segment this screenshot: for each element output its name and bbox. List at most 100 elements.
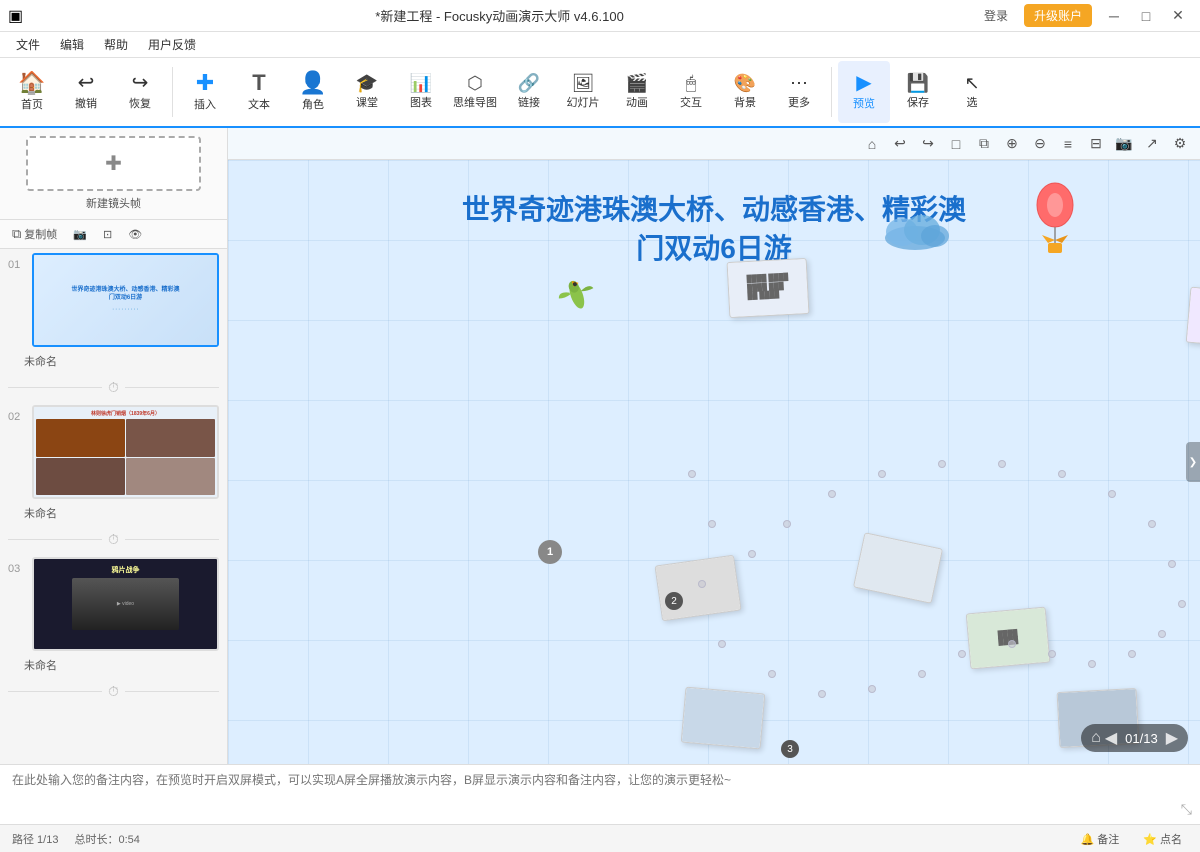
balloon-decoration [1030, 180, 1080, 272]
slide-num-2: 02 [8, 411, 26, 423]
toolbar-mindmap[interactable]: ⬡ 思维导图 [449, 61, 501, 123]
toolbar-text[interactable]: T 文本 [233, 61, 285, 123]
canvas-copy-button[interactable]: □ [944, 132, 968, 156]
canvas-zoomout-button[interactable]: ⊖ [1028, 132, 1052, 156]
toolbar-preview[interactable]: ▶ 预览 [838, 61, 890, 123]
canvas-export-button[interactable]: ↗ [1140, 132, 1164, 156]
canvas-undo-button[interactable]: ↩ [888, 132, 912, 156]
canvas-area[interactable]: ⌂ ↩ ↪ □ ⧉ ⊕ ⊖ ≡ ⊟ 📷 ↗ ⚙ 世界奇迹港珠澳大桥、动感香港、精… [228, 128, 1200, 764]
app-title: *新建工程 - Focusky动画演示大师 v4.6.100 [23, 6, 976, 25]
path-dot-21 [938, 460, 946, 468]
canvas-card-5[interactable] [853, 532, 943, 603]
canvas-duplicate-button[interactable]: ⧉ [972, 132, 996, 156]
nav-prev-button[interactable]: ◀ [1105, 728, 1117, 748]
toolbar-link-label: 链接 [518, 94, 540, 110]
slide-num-3: 03 [8, 563, 26, 575]
toolbar-slide[interactable]: 🖼 幻灯片 [557, 61, 609, 123]
canvas-zoomin-button[interactable]: ⊕ [1000, 132, 1024, 156]
points-button[interactable]: ⭐ 点名 [1137, 830, 1188, 848]
maximize-button[interactable]: □ [1132, 6, 1160, 26]
menu-file[interactable]: 文件 [8, 34, 48, 55]
toolbar-interact-label: 交互 [680, 94, 702, 110]
notes-expand-button[interactable]: ⤡ [1181, 801, 1192, 818]
toolbar-undo[interactable]: ↩ 撤销 [60, 61, 112, 123]
menu-edit[interactable]: 编辑 [52, 34, 92, 55]
camera-icon: 📷 [73, 228, 87, 241]
canvas-group-button[interactable]: ⊟ [1084, 132, 1108, 156]
main-layout: ✚ 新建镜头帧 ⧉ 复制帧 📷 ⊡ 👁 01 [0, 128, 1200, 764]
slide-2-img1 [36, 419, 125, 457]
toolbar-class[interactable]: 🎓 课堂 [341, 61, 393, 123]
canvas-align-button[interactable]: ≡ [1056, 132, 1080, 156]
menu-feedback[interactable]: 用户反馈 [140, 34, 204, 55]
copy-frame-button[interactable]: ⧉ 复制帧 [8, 224, 61, 244]
toolbar-redo[interactable]: ↪ 恢复 [114, 61, 166, 123]
eye-frame-button[interactable]: 👁 [124, 226, 146, 243]
path-dot-23 [828, 490, 836, 498]
toolbar-interact[interactable]: 🖱 交互 [665, 61, 717, 123]
sep-line-3 [8, 539, 102, 540]
upgrade-button[interactable]: 升级账户 [1024, 4, 1092, 27]
path-dot-15 [1178, 600, 1186, 608]
toolbar-anim[interactable]: 🎬 动画 [611, 61, 663, 123]
slide-thumb-3[interactable]: 鸦片战争 ▶ video [32, 557, 219, 651]
slide-thumb-2[interactable]: 林则徐虎门销烟（1839年6月） [32, 405, 219, 499]
fit-frame-button[interactable]: ⊡ [99, 226, 116, 243]
toolbar-select-label: 选 [967, 94, 978, 110]
slide-thumb-1[interactable]: 世界奇迹港珠澳大桥、动感香港、精彩澳门双动6日游 · · · · · · · ·… [32, 253, 219, 347]
bird-decoration [549, 265, 606, 332]
status-path: 路径 1/13 [12, 831, 58, 847]
canvas-home-button[interactable]: ⌂ [860, 132, 884, 156]
right-panel-toggle[interactable]: ❯ [1186, 442, 1200, 482]
toolbar-home[interactable]: 🏠 首页 [6, 61, 58, 123]
slide-name-1: 未命名 [0, 351, 227, 373]
close-button[interactable]: ✕ [1164, 6, 1192, 26]
toolbar-chart[interactable]: 📊 图表 [395, 61, 447, 123]
canvas-card-6[interactable]: ████████ [966, 607, 1051, 670]
frame-actions: ⧉ 复制帧 📷 ⊡ 👁 [0, 220, 227, 249]
toolbar-role[interactable]: 👤 角色 [287, 61, 339, 123]
toolbar-redo-label: 恢复 [129, 95, 151, 111]
login-button[interactable]: 登录 [976, 5, 1016, 26]
slide-separator-1: ⏱ [0, 373, 227, 401]
fit-icon: ⊡ [103, 228, 112, 241]
toolbar-more[interactable]: ⋯ 更多 [773, 61, 825, 123]
slide-num-1: 01 [8, 259, 26, 271]
menu-help[interactable]: 帮助 [96, 34, 136, 55]
nav-next-button[interactable]: ▶ [1166, 728, 1178, 748]
path-dot-8 [918, 670, 926, 678]
canvas-redo-button[interactable]: ↪ [916, 132, 940, 156]
path-dot-7 [868, 685, 876, 693]
canvas-screenshot-button[interactable]: 📷 [1112, 132, 1136, 156]
path-dot-11 [1048, 650, 1056, 658]
camera-frame-button[interactable]: 📷 [69, 226, 91, 243]
notes-input[interactable] [12, 771, 1188, 818]
path-dot-1 [688, 470, 696, 478]
nav-home-button[interactable]: ⌂ [1091, 729, 1101, 747]
path-dot-3 [698, 580, 706, 588]
path-dot-18 [1108, 490, 1116, 498]
toolbar-select[interactable]: ↖ 选 [946, 61, 998, 123]
canvas-card-1[interactable]: ████ ████████ █████ ████ [727, 258, 810, 318]
toolbar-save[interactable]: 💾 保存 [892, 61, 944, 123]
notes-area: ⤡ [0, 764, 1200, 824]
path-dot-14 [1158, 630, 1166, 638]
canvas-card-4[interactable] [681, 687, 766, 750]
sep-icon-3: ⏱ [102, 683, 125, 700]
canvas-card-inner-3 [656, 556, 741, 620]
toolbar-insert[interactable]: ✚ 插入 [179, 61, 231, 123]
toolbar-link[interactable]: 🔗 链接 [503, 61, 555, 123]
toolbar-bg[interactable]: 🎨 背景 [719, 61, 771, 123]
undo-icon: ↩ [78, 73, 95, 93]
notes-button[interactable]: 🔔 备注 [1074, 830, 1125, 848]
slide-separator-3: ⏱ [0, 677, 227, 705]
canvas-card-3[interactable] [654, 555, 741, 622]
canvas-card-2[interactable]: ███ ██SGS [1186, 287, 1200, 350]
status-right: 🔔 备注 ⭐ 点名 [1074, 830, 1188, 848]
frame-1-badge: 1 [538, 540, 562, 564]
canvas-settings-button[interactable]: ⚙ [1168, 132, 1192, 156]
minimize-button[interactable]: ─ [1100, 6, 1128, 26]
new-frame-button[interactable]: ✚ [26, 136, 201, 191]
canvas-grid[interactable]: 世界奇迹港珠澳大桥、动感香港、精彩澳 门双动6日游 [228, 160, 1200, 764]
slide-2-preview: 林则徐虎门销烟（1839年6月） [34, 407, 217, 497]
